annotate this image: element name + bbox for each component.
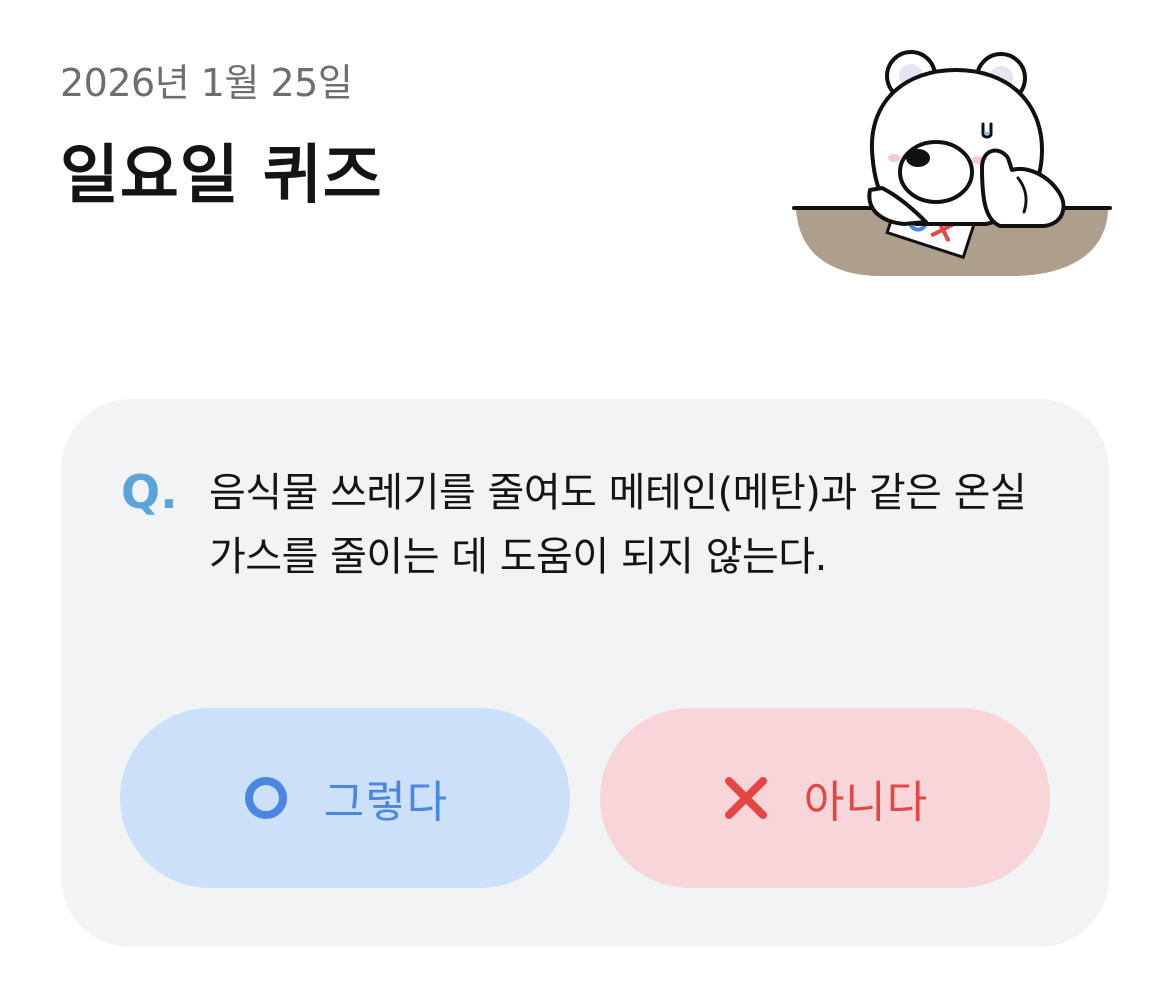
question-text: 음식물 쓰레기를 줄여도 메테인(메탄)과 같은 온실가스를 줄이는 데 도움이…	[209, 470, 1027, 580]
answer-yes-label: 그렇다	[323, 777, 449, 828]
quiz-card: Q. 음식물 쓰레기를 줄여도 메테인(메탄)과 같은 온실가스를 줄이는 데 …	[61, 399, 1109, 947]
circle-o-icon	[244, 777, 287, 819]
answer-no-button[interactable]: 아니다	[600, 708, 1050, 888]
quiz-date: 2026년 1월 25일	[60, 61, 353, 105]
answer-yes-button[interactable]: 그렇다	[120, 708, 570, 888]
x-mark-icon	[724, 777, 767, 819]
polar-bear-quiz-icon	[792, 50, 1112, 276]
page-title: 일요일 퀴즈	[60, 139, 383, 213]
answer-no-label: 아니다	[803, 777, 929, 828]
question-label: Q.	[121, 465, 178, 519]
